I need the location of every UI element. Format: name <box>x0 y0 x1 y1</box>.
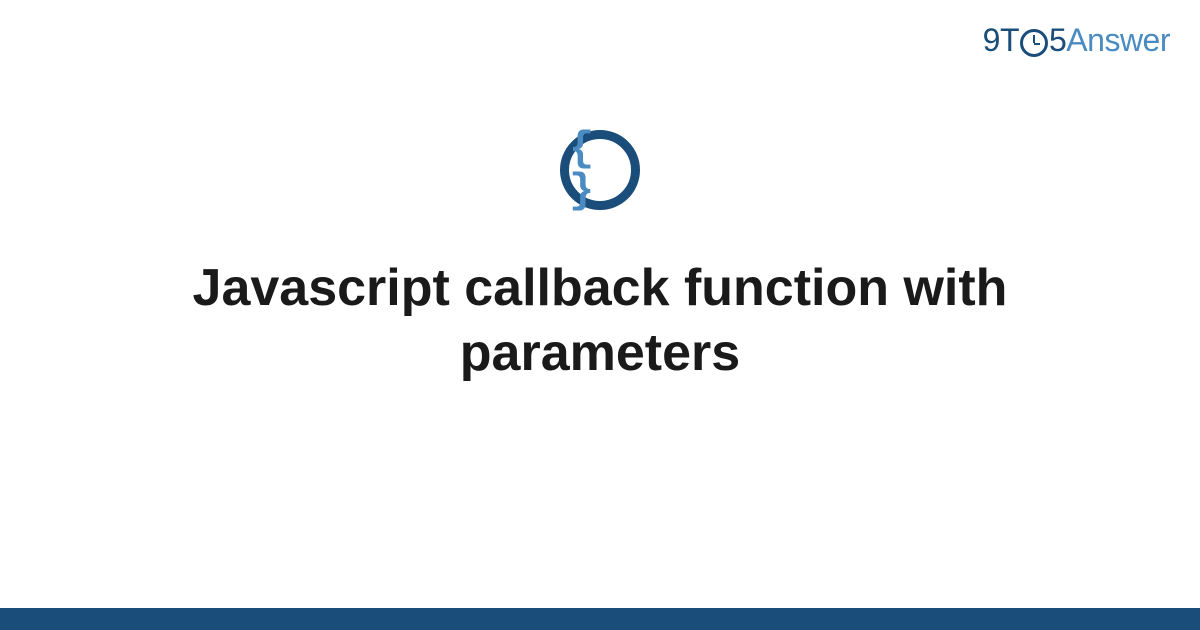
code-braces-icon: { } <box>560 130 640 210</box>
page-title: Javascript callback function with parame… <box>100 256 1100 386</box>
site-logo: 9 T 5 Answer <box>983 22 1170 59</box>
clock-icon <box>1020 29 1048 57</box>
logo-t: T <box>1000 22 1019 59</box>
logo-answer: Answer <box>1066 22 1170 59</box>
main-content: { } Javascript callback function with pa… <box>0 130 1200 386</box>
braces-glyph: { } <box>569 128 631 212</box>
footer-bar <box>0 608 1200 630</box>
logo-nine: 9 <box>983 22 1000 59</box>
logo-five: 5 <box>1049 22 1066 59</box>
